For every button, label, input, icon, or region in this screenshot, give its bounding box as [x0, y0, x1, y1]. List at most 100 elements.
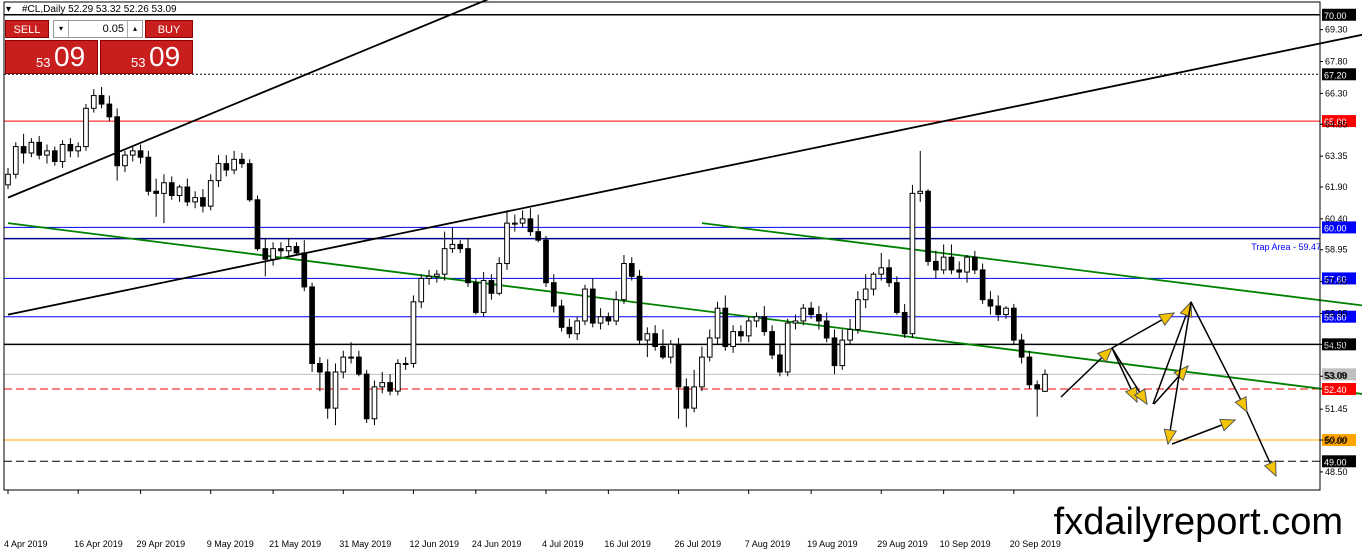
candle-body	[67, 143, 74, 152]
candle-body	[200, 197, 206, 207]
candle-body	[5, 173, 11, 186]
y-tick-label: 69.30	[1325, 25, 1348, 35]
buy-price-pips: 09	[149, 41, 181, 72]
candle-body	[317, 362, 323, 373]
x-tick-label: 9 May 2019	[207, 539, 254, 549]
candle-body	[644, 333, 651, 341]
buy-price-handle: 53	[131, 55, 146, 70]
lot-size-input[interactable]: ▾ 0.05 ▴	[53, 20, 143, 38]
chart-menu-icon[interactable]: ▾	[6, 4, 11, 15]
sell-button[interactable]: SELL	[5, 20, 49, 38]
lot-decrease-icon[interactable]: ▾	[54, 21, 69, 37]
candle-body	[808, 307, 814, 316]
level-label: 67.20	[1324, 70, 1347, 80]
candle-body	[395, 362, 401, 392]
candle-body	[1018, 339, 1025, 358]
level-label: 70.00	[1324, 11, 1347, 21]
y-tick-label: 54.50	[1325, 339, 1348, 349]
candle-body	[722, 307, 729, 347]
y-tick-label: 63.35	[1325, 151, 1348, 161]
candle-body	[36, 141, 43, 156]
level-label: 49.00	[1324, 457, 1347, 467]
candle-body	[660, 345, 666, 358]
y-tick-label: 51.45	[1325, 404, 1348, 414]
candle-body	[168, 182, 175, 196]
x-tick-label: 29 Apr 2019	[137, 539, 186, 549]
candle-body	[792, 320, 799, 324]
candle-body	[356, 356, 362, 375]
level-label: 60.00	[1324, 223, 1347, 233]
candle-body	[839, 339, 846, 367]
y-tick-label: 60.40	[1325, 214, 1348, 224]
trendline	[7, 33, 1362, 316]
candle-body	[465, 248, 471, 284]
candle-body	[332, 371, 339, 409]
candle-body	[597, 316, 604, 324]
candle-body	[122, 154, 128, 167]
candle-body	[20, 146, 27, 154]
candle-body	[176, 186, 183, 196]
candle-body	[699, 356, 705, 388]
candle-body	[823, 320, 830, 339]
candle-body	[706, 337, 713, 358]
candle-body	[558, 305, 565, 328]
candle-body	[379, 382, 386, 388]
candle-body	[886, 267, 892, 284]
x-tick-label: 12 Jun 2019	[409, 539, 459, 549]
candle-body	[730, 331, 736, 347]
price-chart[interactable]: #CL,Daily 52.29 53.32 52.26 53.09 ▾ 70.0…	[0, 0, 1362, 554]
x-tick-label: 19 Aug 2019	[807, 539, 858, 549]
x-tick-label: 21 May 2019	[269, 539, 321, 549]
forecast-arrow-head	[1263, 460, 1277, 478]
candle-body	[925, 190, 931, 262]
candle-body	[816, 314, 822, 322]
candle-body	[278, 248, 284, 252]
candle-body	[410, 301, 417, 364]
candle-body	[535, 231, 542, 241]
candle-body	[114, 116, 120, 167]
candle-body	[137, 150, 144, 158]
candle-body	[1042, 373, 1048, 392]
candle-body	[59, 143, 66, 162]
x-tick-label: 26 Jul 2019	[675, 539, 722, 549]
forecast-arrow-line	[1190, 301, 1248, 413]
candle-body	[831, 337, 838, 367]
sell-price-box[interactable]: 53 09	[5, 40, 98, 74]
candle-body	[480, 280, 487, 313]
candle-body	[987, 299, 994, 307]
candle-body	[589, 288, 596, 324]
candle-body	[894, 282, 900, 313]
candle-body	[161, 182, 167, 194]
y-tick-label: 58.95	[1325, 245, 1348, 255]
buy-button[interactable]: BUY	[145, 20, 193, 38]
candle-body	[550, 282, 557, 307]
sell-price-pips: 09	[54, 41, 86, 72]
candle-body	[309, 286, 315, 364]
candle-body	[363, 373, 370, 420]
trap-area-annotation: Trap Area - 59.47	[1251, 242, 1321, 252]
y-tick-label: 64.85	[1325, 119, 1348, 129]
candle-body	[574, 320, 581, 335]
forecast-arrow-head	[1219, 418, 1237, 432]
candle-body	[909, 192, 916, 335]
candle-body	[847, 328, 853, 341]
x-tick-label: 31 May 2019	[339, 539, 391, 549]
forecast-arrow-head	[1234, 396, 1248, 414]
candle-body	[254, 199, 261, 250]
candle-body	[511, 222, 518, 225]
sell-price-handle: 53	[36, 55, 51, 70]
y-tick-label: 57.45	[1325, 277, 1348, 287]
candle-body	[855, 299, 861, 330]
candle-body	[348, 356, 354, 359]
candle-body	[605, 316, 612, 322]
candle-body	[441, 248, 448, 275]
y-tick-label: 67.80	[1325, 57, 1348, 67]
buy-price-box[interactable]: 53 09	[100, 40, 193, 74]
y-tick-label: 66.30	[1325, 88, 1348, 98]
candle-body	[293, 246, 300, 254]
candle-body	[28, 141, 35, 154]
candle-body	[870, 273, 877, 290]
lot-increase-icon[interactable]: ▴	[127, 21, 142, 37]
candle-body	[402, 362, 409, 365]
candle-body	[933, 260, 939, 271]
